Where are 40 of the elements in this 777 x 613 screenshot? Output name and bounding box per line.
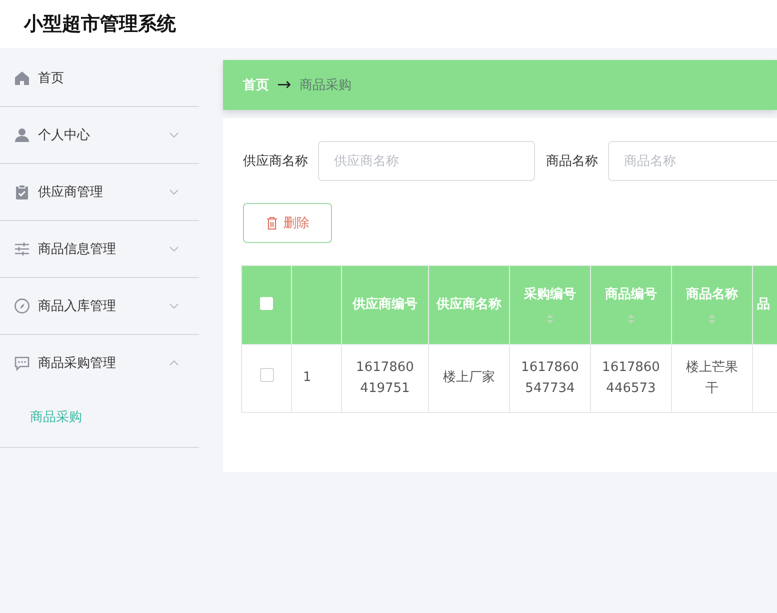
sort-icon[interactable] [546,314,554,324]
submenu-item[interactable]: 商品采购 [0,391,82,443]
row-checkbox[interactable] [260,368,274,382]
table-cell: 1617860419751 [342,344,428,412]
column-header[interactable]: 供应商编号 [352,296,418,314]
search-field[interactable]: 商品名称 [608,141,777,181]
table-cell: 1617860446573 [590,344,672,412]
sort-icon[interactable] [708,314,716,324]
user-icon [14,127,30,143]
column-header[interactable]: 品 [757,296,770,314]
column-header[interactable]: 商品名称 [686,286,738,304]
sliders-icon [14,241,30,257]
delete-button[interactable]: 删除 [243,203,332,243]
compass-icon [14,298,30,314]
menu-item[interactable]: 供应商管理 [0,164,199,220]
chat-icon [14,355,30,371]
breadcrumb-home[interactable]: 首页 [243,76,269,94]
menu-item[interactable]: 商品信息管理 [0,221,199,277]
column-header[interactable]: 供应商名称 [436,296,502,314]
filter-label: 商品名称 [546,153,598,170]
trash-icon [266,216,278,230]
index-cell: 1 [292,344,342,412]
table-cell: 楼上厂家 [428,344,510,412]
clipboard-icon [14,184,30,200]
home-icon [14,70,30,86]
table-cell: 楼上芒果干 [672,344,752,412]
breadcrumb-current: 商品采购 [299,77,352,94]
select-all-checkbox[interactable] [260,296,273,310]
breadcrumb-separator: → [277,75,292,95]
sort-icon[interactable] [627,314,635,324]
table-cell: 1617860547734 [510,344,590,412]
column-header[interactable]: 采购编号 [524,286,576,304]
column-header[interactable]: 商品编号 [605,286,657,304]
menu-item[interactable]: 商品入库管理 [0,278,199,334]
menu-item[interactable]: 个人中心 [0,107,199,163]
menu-item[interactable]: 商品采购管理 [0,335,199,391]
app-title: 小型超市管理系统 [24,12,176,37]
menu-item[interactable]: 首页 [0,50,199,106]
search-field[interactable]: 供应商名称 [318,141,535,181]
filter-label: 供应商名称 [243,153,308,170]
